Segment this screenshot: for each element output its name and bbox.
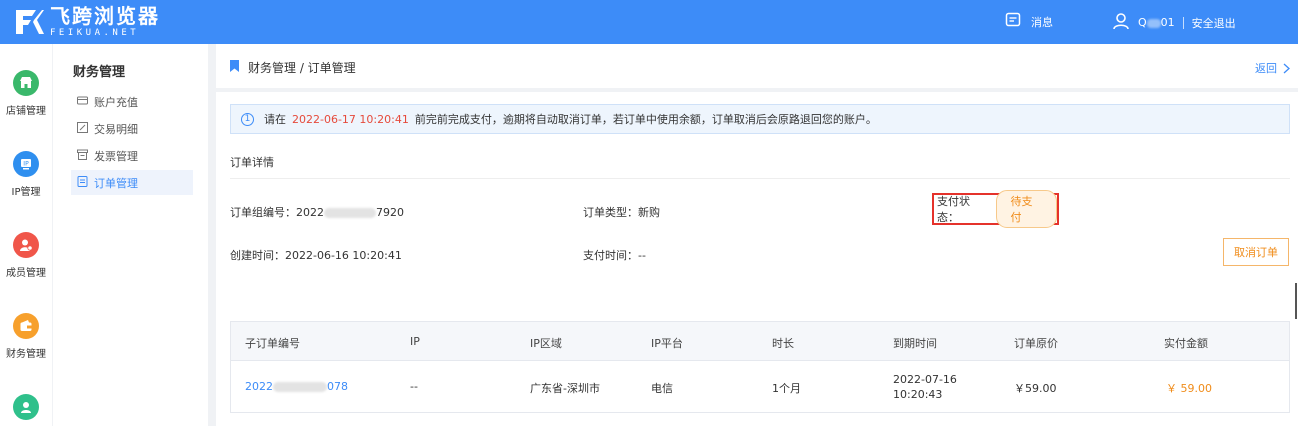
column-header: 时长 (772, 337, 794, 350)
breadcrumb: 财务管理 / 订单管理 (248, 61, 356, 75)
bookmark-icon (230, 60, 239, 72)
nav-shop[interactable]: 店铺管理 (0, 70, 52, 117)
expire-cell: 2022-07-16 10:20:43 (893, 373, 957, 401)
main-content: 财务管理 / 订单管理 返回 1 请在 2022-06-17 10:20:41 … (216, 44, 1298, 426)
table-header: 子订单编号 IP IP区域 IP平台 时长 到期时间 订单原价 实付金额 (230, 321, 1290, 361)
column-header: IP (410, 335, 420, 348)
divider (230, 178, 1290, 179)
cancel-order-button[interactable]: 取消订单 (1223, 238, 1289, 266)
notice-prefix: 请在 (264, 113, 286, 126)
order-icon (77, 175, 88, 190)
brand-name-cn: 飞跨浏览器 (50, 4, 160, 28)
wallet-icon (13, 313, 39, 339)
messages-button[interactable]: 消息 (1005, 12, 1053, 31)
nav-members[interactable]: 成员管理 (0, 232, 52, 279)
region-cell: 广东省-深圳市 (530, 382, 600, 395)
table-row: 2022 078 -- 广东省-深圳市 电信 1个月 2022-07-16 10:2… (230, 361, 1290, 413)
brand-name-en: FEIKUA.NET (50, 28, 140, 38)
column-header: 订单原价 (1014, 337, 1058, 350)
paid-time-field: 支付时间：-- (583, 249, 646, 262)
column-header: IP区域 (530, 337, 562, 350)
header-divider (1182, 16, 1184, 29)
platform-cell: 电信 (651, 382, 673, 395)
nav-shop-label: 店铺管理 (6, 106, 46, 117)
submenu-title: 财务管理 (73, 65, 126, 80)
nav-support[interactable] (0, 394, 52, 420)
group-no-field: 订单组编号：2022 7920 (230, 206, 404, 219)
svg-text:IP: IP (23, 161, 29, 168)
shop-icon (13, 70, 39, 96)
notice-suffix: 前完前完成支付，逾期将自动取消订单，若订单中使用余额，订单取消后会原路退回您的账… (414, 113, 877, 126)
submenu-item-orders[interactable]: 订单管理 (71, 170, 193, 195)
paid-amount-cell: ￥ 59.00 (1166, 382, 1212, 395)
user-icon (1112, 12, 1130, 33)
status-badge: 待支付 (995, 190, 1057, 228)
card-icon (77, 95, 88, 109)
column-header: 子订单编号 (245, 337, 300, 350)
nav-ip-label: IP管理 (11, 187, 41, 198)
submenu-item-recharge[interactable]: 账户充值 (71, 89, 193, 114)
nav-finance-label: 财务管理 (6, 349, 46, 360)
nav-finance[interactable]: 财务管理 (0, 313, 52, 360)
created-time-field: 创建时间：2022-06-16 10:20:41 (230, 249, 402, 262)
message-icon (1005, 12, 1021, 31)
column-header: 到期时间 (893, 337, 937, 350)
breadcrumb-bar: 财务管理 / 订单管理 返回 (216, 44, 1298, 88)
original-price-cell: ￥59.00 (1014, 382, 1057, 395)
messages-label: 消息 (1031, 15, 1053, 29)
invoice-icon (77, 149, 88, 163)
duration-cell: 1个月 (772, 382, 801, 395)
submenu-item-label: 交易明细 (94, 122, 138, 136)
icon-sidebar: 店铺管理 IP IP管理 成员管理 财务管理 (0, 44, 52, 426)
column-header: 实付金额 (1164, 337, 1208, 350)
nav-members-label: 成员管理 (6, 268, 46, 279)
sub-order-link[interactable]: 2022 078 (245, 380, 348, 393)
notice-deadline: 2022-06-17 10:20:41 (292, 112, 409, 126)
submenu-item-label: 账户充值 (94, 95, 138, 109)
logout-link[interactable]: 安全退出 (1192, 15, 1236, 31)
sub-order-table: 子订单编号 IP IP区域 IP平台 时长 到期时间 订单原价 实付金额 202… (216, 302, 1298, 426)
finance-submenu: 财务管理 账户充值 交易明细 发票管理 订单管理 (53, 44, 208, 426)
edit-icon (77, 121, 88, 136)
logo-icon (14, 8, 44, 36)
submenu-item-label: 发票管理 (94, 149, 138, 163)
chevron-right-icon (1283, 63, 1290, 73)
nav-ip[interactable]: IP IP管理 (0, 151, 52, 198)
column-header: IP平台 (651, 337, 683, 350)
submenu-item-transactions[interactable]: 交易明细 (71, 116, 193, 141)
submenu-item-label: 订单管理 (94, 176, 138, 190)
member-icon (13, 232, 39, 258)
back-link[interactable]: 返回 (1255, 60, 1290, 76)
top-header: 飞跨浏览器 FEIKUA.NET 消息 Q 01 安全退出 (0, 0, 1298, 44)
payment-status: 支付状态： 待支付 (932, 190, 1059, 228)
section-title: 订单详情 (230, 156, 274, 169)
user-menu: Q 01 安全退出 (1112, 12, 1236, 33)
scrollbar[interactable] (1295, 283, 1297, 319)
submenu-item-invoices[interactable]: 发票管理 (71, 143, 193, 168)
user-name[interactable]: Q 01 (1138, 16, 1175, 29)
support-icon (13, 394, 39, 420)
ip-icon: IP (13, 151, 39, 177)
brand-logo[interactable]: 飞跨浏览器 FEIKUA.NET (14, 6, 160, 38)
ip-cell: -- (410, 380, 418, 393)
payment-notice: 1 请在 2022-06-17 10:20:41 前完前完成支付，逾期将自动取消… (230, 104, 1290, 134)
order-type-field: 订单类型：新购 (583, 206, 660, 219)
info-icon: 1 (241, 112, 254, 126)
